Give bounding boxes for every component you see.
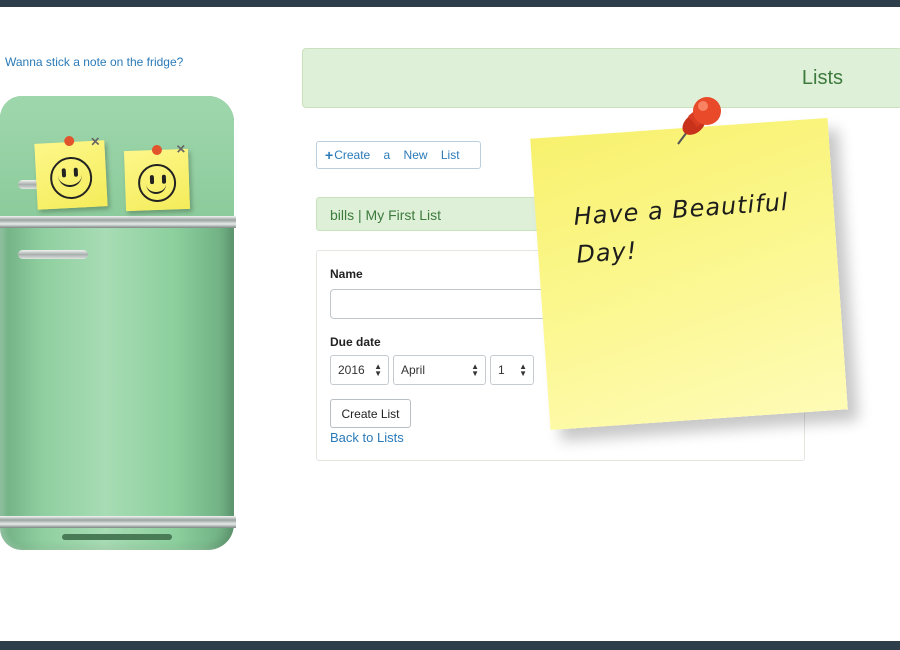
day-select[interactable]: 1 ▲ ▼ xyxy=(490,355,534,385)
smiley-icon xyxy=(49,156,94,201)
list-title: bills | My First List xyxy=(330,207,441,223)
year-select-value: 2016 xyxy=(338,363,365,377)
name-label: Name xyxy=(330,267,363,281)
updown-arrow-icon: ▲ ▼ xyxy=(374,362,382,378)
fridge-chrome-trim-bottom xyxy=(0,516,236,528)
close-icon[interactable]: ✕ xyxy=(90,134,101,149)
pushpin-icon xyxy=(151,144,163,156)
pushpin-icon xyxy=(63,135,75,147)
sticky-note[interactable]: Have a Beautiful Day! xyxy=(530,117,848,431)
close-icon[interactable]: ✕ xyxy=(176,142,187,156)
fridge-note-2[interactable]: ✕ xyxy=(123,142,191,212)
create-new-list-label: Create a New List xyxy=(334,148,460,162)
lists-header: Lists xyxy=(302,48,900,108)
updown-arrow-icon: ▲ ▼ xyxy=(519,362,527,378)
month-select-value: April xyxy=(401,363,426,377)
year-select[interactable]: 2016 ▲ ▼ xyxy=(330,355,389,385)
fridge-chrome-trim xyxy=(0,216,236,228)
pushpin-icon xyxy=(677,97,721,145)
top-bar xyxy=(0,0,900,7)
updown-arrow-icon: ▲ ▼ xyxy=(471,362,479,378)
month-select[interactable]: April ▲ ▼ xyxy=(393,355,486,385)
due-date-label: Due date xyxy=(330,335,381,349)
list-header-bar: bills | My First List xyxy=(316,197,546,231)
page-title: Lists xyxy=(801,67,843,89)
sticky-note-text: Have a Beautiful Day! xyxy=(572,187,790,269)
back-to-lists-link[interactable]: Back to Lists xyxy=(330,430,404,445)
fridge-note-link[interactable]: Wanna stick a note on the fridge? xyxy=(5,55,183,69)
day-select-value: 1 xyxy=(498,363,505,377)
create-new-list-button[interactable]: + Create a New List xyxy=(316,141,481,169)
bottom-bar xyxy=(0,641,900,650)
fridge-handle xyxy=(18,250,88,259)
smiley-icon xyxy=(137,163,177,203)
fridge-note-1[interactable]: ✕ xyxy=(34,134,108,210)
create-list-button[interactable]: Create List xyxy=(330,399,411,428)
fridge-vent xyxy=(62,534,172,540)
plus-icon: + xyxy=(325,147,334,163)
